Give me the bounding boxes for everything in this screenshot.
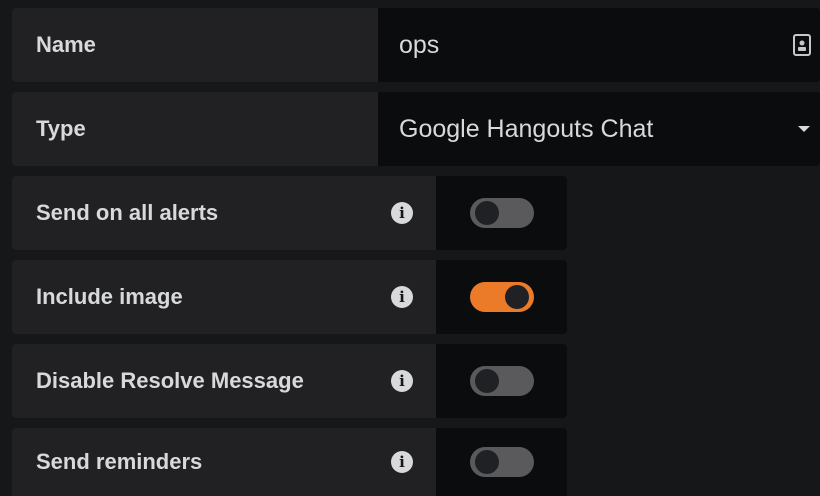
info-icon[interactable]: i — [391, 370, 413, 392]
switch-container — [436, 260, 567, 334]
switch-container — [436, 428, 567, 496]
contact-card-icon — [793, 34, 811, 56]
send-reminders-toggle[interactable] — [469, 447, 534, 477]
toggle-knob — [504, 285, 529, 309]
switch-label: Include image i — [12, 260, 436, 334]
switch-row-disable-resolve-message: Disable Resolve Message i — [12, 344, 567, 418]
info-icon[interactable]: i — [391, 451, 413, 473]
toggle-knob — [474, 201, 499, 225]
name-input-value: ops — [399, 30, 440, 59]
type-select[interactable]: Google Hangouts Chat — [378, 92, 820, 166]
switch-label-text: Send reminders — [36, 449, 203, 474]
type-label: Type — [12, 92, 378, 166]
type-label-text: Type — [36, 116, 86, 141]
switch-container — [436, 344, 567, 418]
switch-row-send-reminders: Send reminders i — [12, 428, 567, 496]
switch-label-text: Disable Resolve Message — [36, 368, 304, 393]
info-icon[interactable]: i — [391, 286, 413, 308]
switch-label: Send reminders i — [12, 428, 436, 496]
name-label-text: Name — [36, 32, 96, 57]
switch-row-send-on-all-alerts: Send on all alerts i — [12, 176, 567, 250]
switch-label-text: Send on all alerts — [36, 200, 219, 225]
caret-down-icon — [798, 126, 810, 132]
disable-resolve-message-toggle[interactable] — [469, 366, 534, 396]
name-input[interactable]: ops — [378, 8, 820, 82]
switch-row-include-image: Include image i — [12, 260, 567, 334]
name-label: Name — [12, 8, 378, 82]
info-icon[interactable]: i — [391, 202, 413, 224]
include-image-toggle[interactable] — [469, 282, 534, 312]
switch-container — [436, 176, 567, 250]
switch-label-text: Include image — [36, 284, 183, 309]
switch-label: Send on all alerts i — [12, 176, 436, 250]
switch-label: Disable Resolve Message i — [12, 344, 436, 418]
type-row: Type Google Hangouts Chat — [12, 92, 820, 166]
send-on-all-alerts-toggle[interactable] — [469, 198, 534, 228]
type-select-value: Google Hangouts Chat — [399, 114, 654, 143]
name-row: Name ops — [12, 8, 820, 82]
toggle-knob — [474, 450, 499, 474]
toggle-knob — [474, 369, 499, 393]
